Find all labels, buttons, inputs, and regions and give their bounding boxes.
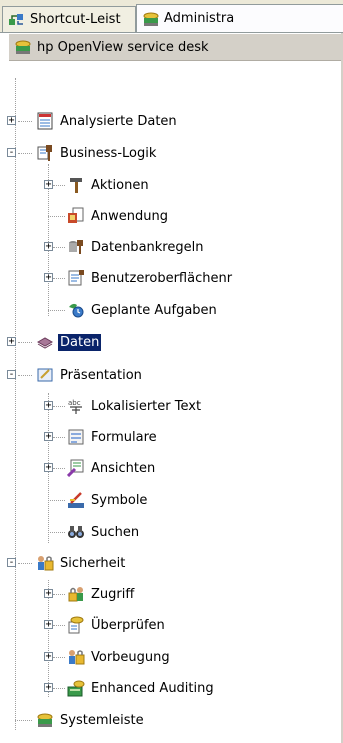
tree-node-label: Zugriff — [91, 586, 135, 602]
expand-button[interactable]: + — [44, 432, 53, 442]
tree-node-benutzeroberflaechen[interactable]: + Benutzeroberflächenr — [44, 268, 234, 288]
tree-node-label: Sicherheit — [60, 555, 126, 571]
tree-node-label: Ansichten — [91, 460, 156, 476]
tree-node-business-logik[interactable]: - Business-Logik — [7, 143, 158, 163]
tree-node-label: Lokalisierter Text — [91, 398, 202, 414]
data-icon — [36, 337, 54, 349]
form-icon — [68, 429, 84, 445]
binoculars-icon — [68, 526, 84, 538]
expand-button[interactable]: + — [7, 116, 16, 126]
expand-button[interactable]: + — [44, 683, 53, 693]
expand-button[interactable]: + — [44, 589, 53, 599]
tree-node-label: Daten — [58, 333, 102, 351]
tree-node-zugriff[interactable]: + Zugriff — [44, 584, 136, 604]
tree-node-ansichten[interactable]: + Ansichten — [44, 458, 157, 478]
tree-node-anwendung[interactable]: Anwendung — [44, 206, 170, 226]
enhanced-auditing-icon — [67, 680, 85, 697]
tree-node-enhanced-auditing[interactable]: + Enhanced Auditing — [44, 678, 216, 698]
tree-line — [15, 78, 16, 730]
navigation-tree: + Analysierte Daten - Business-Logik + A… — [0, 0, 343, 743]
tree-node-label: Benutzeroberflächenr — [91, 270, 233, 286]
collapse-button[interactable]: - — [7, 370, 16, 380]
expand-button[interactable]: + — [7, 337, 16, 347]
db-rules-icon — [69, 240, 83, 254]
tree-node-label: Symbole — [91, 492, 148, 508]
expand-button[interactable]: + — [44, 463, 53, 473]
audit-icon — [68, 616, 84, 634]
tree-node-label: Analysierte Daten — [60, 113, 177, 129]
tree-node-label: Formulare — [91, 429, 157, 445]
prevention-icon — [69, 650, 85, 665]
tree-node-daten[interactable]: + Daten — [7, 332, 102, 352]
collapse-button[interactable]: - — [7, 148, 16, 158]
tree-node-label: Aktionen — [91, 177, 149, 193]
collapse-button[interactable]: - — [7, 558, 16, 568]
expand-button[interactable]: + — [44, 401, 53, 411]
tree-node-praesentation[interactable]: - Präsentation — [7, 365, 144, 385]
tree-node-vorbeugung[interactable]: + Vorbeugung — [44, 647, 172, 667]
ui-rules-icon — [68, 270, 84, 286]
tree-node-analysierte-daten[interactable]: + Analysierte Daten — [7, 111, 179, 131]
tree-node-lokalisierter-text[interactable]: + abc Lokalisierter Text — [44, 396, 203, 416]
expand-button[interactable]: + — [44, 620, 53, 630]
tree-node-label: Systemleiste — [60, 712, 144, 728]
tree-node-geplante-aufgaben[interactable]: Geplante Aufgaben — [44, 300, 219, 320]
tree-node-systemleiste[interactable]: Systemleiste — [10, 710, 146, 730]
expand-button[interactable]: + — [44, 180, 53, 190]
tree-node-suchen[interactable]: Suchen — [44, 522, 141, 542]
systembar-icon — [37, 713, 53, 727]
tree-node-datenbankregeln[interactable]: + Datenbankregeln — [44, 237, 205, 257]
tree-node-label: Vorbeugung — [91, 649, 170, 665]
tree-node-ueberpruefen[interactable]: + Überprüfen — [44, 615, 167, 635]
svg-text:abc: abc — [68, 399, 81, 407]
tree-node-symbole[interactable]: Symbole — [44, 490, 149, 510]
tree-node-label: Geplante Aufgaben — [91, 302, 217, 318]
expand-button[interactable]: + — [44, 273, 53, 283]
tree-node-label: Anwendung — [91, 208, 168, 224]
expand-button[interactable]: + — [44, 652, 53, 662]
access-icon — [68, 587, 83, 602]
scheduled-task-icon — [69, 303, 84, 318]
tree-node-label: Suchen — [91, 524, 140, 540]
tree-node-formulare[interactable]: + Formulare — [44, 427, 159, 447]
tree-node-aktionen[interactable]: + Aktionen — [44, 175, 151, 195]
application-icon — [68, 207, 84, 223]
localized-text-icon: abc — [68, 399, 82, 414]
views-icon — [67, 459, 84, 477]
presentation-icon — [37, 368, 53, 382]
business-logic-icon — [37, 145, 52, 161]
tree-node-label: Enhanced Auditing — [91, 680, 214, 696]
expand-button[interactable]: + — [44, 242, 53, 252]
tree-node-sicherheit[interactable]: - Sicherheit — [7, 553, 127, 573]
tree-node-label: Business-Logik — [60, 145, 157, 161]
security-icon — [38, 556, 54, 571]
tree-node-label: Datenbankregeln — [91, 239, 204, 255]
tree-node-label: Überprüfen — [91, 617, 165, 633]
data-table-icon — [37, 112, 53, 130]
tree-node-label: Präsentation — [60, 367, 142, 383]
hammer-icon — [70, 178, 82, 193]
symbols-icon — [68, 492, 84, 508]
